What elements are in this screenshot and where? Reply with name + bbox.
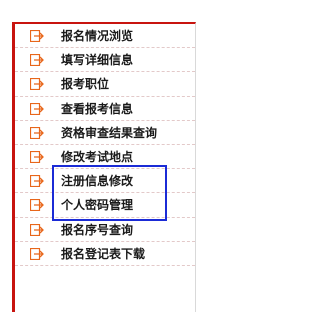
menu-item-label: 填写详细信息 (61, 53, 134, 68)
menu-item-registration-number-query[interactable]: 报名序号查询 (15, 218, 195, 242)
arrow-right-box-icon (30, 126, 44, 139)
arrow-right-box-icon (30, 223, 44, 236)
arrow-right-box-icon (30, 78, 44, 91)
arrow-right-box-icon (30, 102, 44, 115)
menu-item-label: 报名登记表下载 (61, 246, 146, 261)
menu-item-label: 修改考试地点 (61, 149, 134, 164)
arrow-right-box-icon (30, 150, 44, 163)
menu-item-label: 个人密码管理 (61, 198, 134, 213)
top-strip (12, 0, 212, 22)
menu-item-qualification-result[interactable]: 资格审查结果查询 (15, 121, 195, 145)
menu-item-label: 报名序号查询 (61, 222, 134, 237)
menu-item-label: 查看报考信息 (61, 101, 134, 116)
menu-item-change-exam-location[interactable]: 修改考试地点 (15, 145, 195, 170)
menu-item-label: 报名情况浏览 (61, 29, 134, 43)
arrow-right-box-icon (30, 54, 44, 67)
menu-item-apply-position[interactable]: 报考职位 (15, 72, 195, 97)
menu-item-registration-status[interactable]: 报名情况浏览 (15, 24, 195, 49)
menu-item-label: 资格审查结果查询 (61, 125, 158, 140)
arrow-right-box-icon (30, 30, 44, 42)
menu-item-label: 注册信息修改 (61, 174, 134, 189)
menu-item-registration-form-download[interactable]: 报名登记表下载 (15, 242, 195, 266)
menu-item-password-management[interactable]: 个人密码管理 (15, 193, 195, 218)
sidebar-menu: 报名情况浏览 填写详细信息 报考职位 查看报考信息 资格审查结果查询 修改考试地… (15, 24, 195, 266)
menu-item-label: 报考职位 (61, 77, 110, 92)
menu-item-view-application[interactable]: 查看报考信息 (15, 97, 195, 121)
arrow-right-box-icon (30, 247, 44, 260)
menu-item-edit-registration[interactable]: 注册信息修改 (15, 169, 195, 194)
menu-item-fill-details[interactable]: 填写详细信息 (15, 48, 195, 73)
arrow-right-box-icon (30, 199, 44, 212)
arrow-right-box-icon (30, 175, 44, 188)
